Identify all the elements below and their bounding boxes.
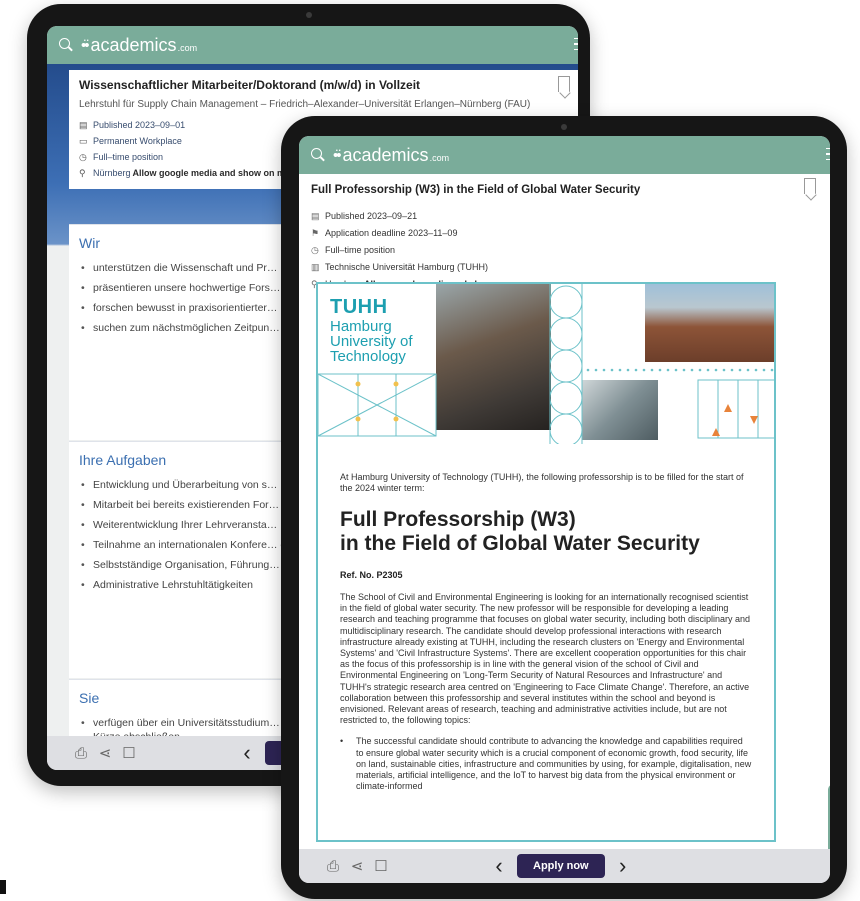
chevron-right-icon[interactable]: › — [609, 853, 637, 879]
meta-published: ▤ Published 2023–09–21 — [311, 208, 535, 225]
chevron-left-icon[interactable]: ‹ — [485, 853, 513, 879]
bookmark-icon[interactable] — [558, 76, 570, 92]
calendar-icon: ▤ — [79, 120, 88, 130]
map-link[interactable]: Allow google media and show on map — [133, 165, 296, 181]
academics-logo[interactable]: •̈• academics .com — [81, 35, 197, 56]
bookmark-footer-icon[interactable]: ☐ — [369, 857, 393, 875]
employer-name: Lehrstuhl für Supply Chain Management – … — [79, 99, 531, 110]
search-icon[interactable] — [57, 36, 75, 54]
ad-body: At Hamburg University of Technology (TUH… — [340, 472, 752, 792]
ad-banner: TUHH Hamburg University of Technology — [318, 284, 774, 444]
logo-tld: .com — [429, 153, 450, 163]
meta-institution: ▥ Technische Universität Hamburg (TUHH) — [311, 259, 535, 276]
chevron-left-icon[interactable]: ‹ — [233, 740, 261, 766]
front-tablet: •̈• academics .com Full Professorship (W… — [281, 116, 847, 899]
building-icon: ▥ — [311, 262, 320, 272]
logo-text: academics — [342, 144, 429, 165]
share-icon[interactable]: ⋖ — [93, 744, 117, 762]
pin-icon: ⚲ — [79, 168, 86, 178]
meta-deadline: ⚑ Application deadline 2023–11–09 — [311, 225, 535, 242]
meta-position: ◷ Full–time position — [311, 242, 535, 259]
clock-icon: ◷ — [311, 245, 319, 255]
camera-dot — [561, 124, 567, 130]
share-icon[interactable]: ⋖ — [345, 857, 369, 875]
app-header: •̈• academics .com — [47, 26, 578, 64]
logo-tld: .com — [177, 43, 198, 53]
list-item: The successful candidate should contribu… — [340, 736, 752, 792]
ad-intro: At Hamburg University of Technology (TUH… — [340, 472, 744, 493]
menu-icon[interactable] — [826, 148, 830, 160]
app-footer: ⎙ ⋖ ☐ ‹ Apply now › — [299, 849, 830, 883]
calendar-icon: ▤ — [311, 211, 320, 221]
flag-icon: ⚑ — [311, 228, 320, 238]
front-screen: •̈• academics .com Full Professorship (W… — [299, 136, 830, 883]
ad-heading: Full Professorship (W3) in the Field of … — [340, 508, 700, 555]
job-ad-document: TUHH Hamburg University of Technology At… — [316, 282, 776, 842]
logo-mark-icon: •̈• — [81, 36, 89, 54]
app-header: •̈• academics .com — [299, 136, 830, 174]
bookmark-icon[interactable] — [804, 178, 816, 194]
monitor-icon: ▭ — [79, 136, 88, 146]
reference-number: Ref. No. P2305 — [340, 570, 403, 580]
print-icon[interactable]: ⎙ — [321, 858, 345, 875]
apply-button[interactable]: Apply now — [517, 854, 605, 878]
page-edge-mark — [0, 880, 6, 894]
clock-icon: ◷ — [79, 152, 87, 162]
feedback-side-tab[interactable] — [828, 784, 830, 849]
front-content: Full Professorship (W3) in the Field of … — [299, 174, 830, 849]
job-title: Wissenschaftlicher Mitarbeiter/Doktorand… — [79, 78, 421, 92]
job-meta: ▤ Published 2023–09–21 ⚑ Application deadl… — [311, 208, 535, 293]
print-icon[interactable]: ⎙ — [69, 745, 93, 762]
logo-text: academics — [90, 34, 177, 55]
tuhh-logo: TUHH Hamburg University of Technology — [330, 296, 413, 365]
camera-dot — [305, 12, 312, 18]
menu-icon[interactable] — [574, 38, 578, 50]
search-icon[interactable] — [309, 146, 327, 164]
academics-logo[interactable]: •̈• academics .com — [333, 145, 449, 166]
logo-mark-icon: •̈• — [333, 146, 341, 164]
bookmark-footer-icon[interactable]: ☐ — [117, 744, 141, 762]
ad-description: The School of Civil and Environmental En… — [340, 592, 751, 726]
job-title: Full Professorship (W3) in the Field of … — [311, 184, 641, 196]
